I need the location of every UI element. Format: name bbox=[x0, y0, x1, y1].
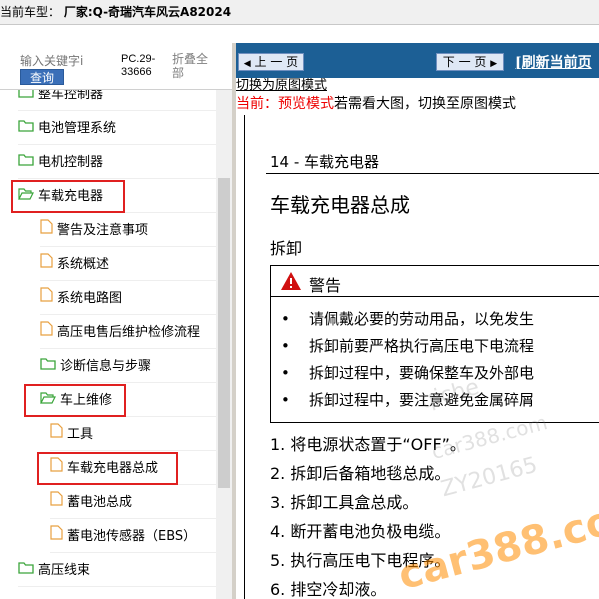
page-icon bbox=[50, 486, 63, 519]
tree-item-circuit-diagram[interactable]: 系统电路图 bbox=[40, 282, 216, 315]
warning-header: 警告 bbox=[271, 266, 599, 297]
tree-item-tools[interactable]: 工具 bbox=[50, 418, 216, 451]
document-title: 车载充电器总成 bbox=[270, 193, 410, 217]
nav-bar: ◀ 上 一 页 下 一 页 ▶ [刷新当前页 bbox=[236, 43, 599, 78]
tree-item-battery-sensor[interactable]: 蓄电池传感器（EBS） bbox=[50, 520, 216, 553]
tree-item-vehicle-controller[interactable]: 整车控制器 bbox=[18, 90, 216, 111]
folder-icon bbox=[18, 90, 34, 111]
next-page-button[interactable]: 下 一 页 ▶ bbox=[436, 53, 504, 71]
scrollbar-thumb[interactable] bbox=[218, 178, 230, 488]
page-icon bbox=[40, 248, 53, 281]
page-icon bbox=[40, 316, 53, 349]
tree-item-battery-assembly[interactable]: 蓄电池总成 bbox=[50, 486, 216, 519]
tree-item-hv-harness[interactable]: 高压线束 bbox=[18, 554, 216, 587]
pc-code: PC.29-33666 bbox=[121, 53, 156, 78]
warning-title: 警告 bbox=[309, 276, 342, 295]
titlebar-prefix: 当前车型： bbox=[0, 5, 61, 19]
procedure-step: 4. 断开蓄电池负极电缆。 bbox=[270, 522, 451, 541]
tree-scrollbar[interactable] bbox=[216, 90, 232, 599]
procedure-step: 6. 排空冷却液。 bbox=[270, 580, 387, 599]
highlight-box bbox=[37, 452, 178, 485]
page-icon bbox=[40, 214, 53, 247]
section-rule bbox=[266, 173, 599, 174]
procedure-step: 3. 拆卸工具盒总成。 bbox=[270, 493, 419, 512]
title-bar: 当前车型： 厂家:Q-奇瑞汽车风云A82024 bbox=[0, 0, 599, 25]
warning-item: • 拆卸过程中，要确保整车及外部电 bbox=[281, 364, 535, 382]
warning-item: • 拆卸前要严格执行高压电下电流程 bbox=[281, 337, 535, 355]
warning-icon bbox=[280, 271, 302, 295]
folder-icon bbox=[40, 350, 56, 383]
vehicle-model: 厂家:Q-奇瑞汽车风云A82024 bbox=[63, 5, 232, 19]
folder-icon bbox=[18, 112, 34, 145]
search-button[interactable]: 查询 bbox=[20, 69, 64, 85]
warning-item: • 拆卸过程中，要注意避免金属碎屑 bbox=[281, 391, 535, 409]
procedure-step: 2. 拆卸后备箱地毯总成。 bbox=[270, 464, 451, 483]
catalog-tree: 整车控制器 电池管理系统 电机控制器 车载充电器 警告及注意事项 系统概述 系统… bbox=[0, 90, 216, 599]
page-icon bbox=[40, 282, 53, 315]
left-panel: 查询 PC.29-33666 折叠全部 整车控制器 电池管理系统 电机控制器 车… bbox=[0, 43, 232, 599]
document-left-border bbox=[244, 115, 245, 599]
refresh-page-link[interactable]: [刷新当前页 bbox=[515, 52, 592, 72]
switch-original-link[interactable]: 切换为原图模式 bbox=[236, 78, 327, 91]
page-icon bbox=[50, 520, 63, 553]
search-bar: 查询 PC.29-33666 折叠全部 bbox=[0, 43, 232, 90]
right-arrow-icon: ▶ bbox=[490, 59, 498, 69]
tree-item-hv-maintenance[interactable]: 高压电售后维护检修流程 bbox=[40, 316, 216, 349]
tree-item-bms[interactable]: 电池管理系统 bbox=[18, 112, 216, 145]
top-gap bbox=[0, 25, 599, 43]
folder-icon bbox=[18, 146, 34, 179]
prev-page-button[interactable]: ◀ 上 一 页 bbox=[238, 53, 304, 71]
page-icon bbox=[50, 418, 63, 451]
tree-item-diagnostics[interactable]: 诊断信息与步骤 bbox=[40, 350, 216, 383]
collapse-all-button[interactable]: 折叠全部 bbox=[172, 52, 218, 80]
tree-item-overview[interactable]: 系统概述 bbox=[40, 248, 216, 281]
tree-item-motor-controller[interactable]: 电机控制器 bbox=[18, 146, 216, 179]
highlight-box bbox=[11, 180, 125, 213]
mode-indicator: 当前：预览模式若需看大图，切换至原图模式 bbox=[236, 96, 516, 112]
subsection-title: 拆卸 bbox=[270, 239, 303, 258]
folder-icon bbox=[18, 554, 34, 587]
highlight-box bbox=[24, 384, 126, 417]
warning-item: • 请佩戴必要的劳动用品，以免发生 bbox=[281, 310, 535, 328]
left-arrow-icon: ◀ bbox=[243, 59, 251, 69]
search-input[interactable] bbox=[20, 53, 114, 69]
tree-item-warnings[interactable]: 警告及注意事项 bbox=[40, 214, 216, 247]
section-title: 14 - 车载充电器 bbox=[270, 153, 380, 171]
